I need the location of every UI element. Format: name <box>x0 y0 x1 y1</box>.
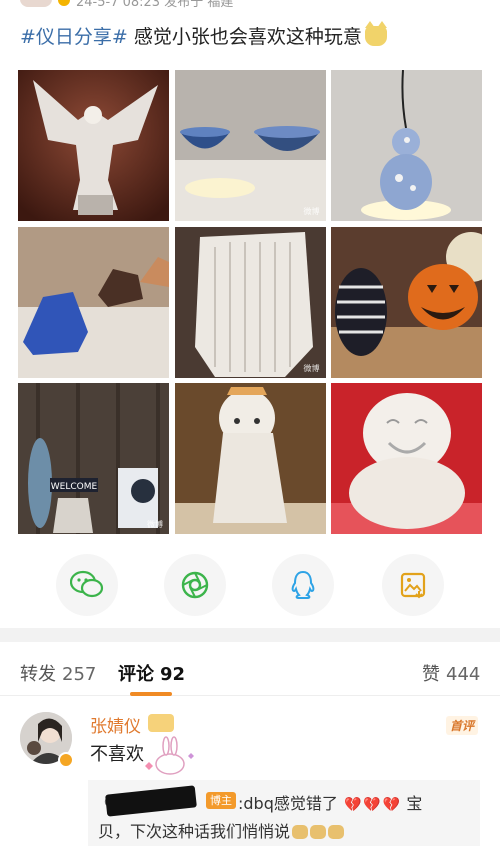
photo-crystal-rocks[interactable] <box>18 226 169 378</box>
verified-icon <box>58 752 74 768</box>
reply-text-line1: :dbq感觉错了 💔 💔 💔 宝 <box>238 790 422 814</box>
author-avatar[interactable] <box>20 0 52 7</box>
tab-repost-label: 转发 <box>20 664 56 685</box>
share-bar <box>0 546 500 620</box>
hashtag-link[interactable]: #仪日分享# <box>20 26 128 48</box>
photo-porcelain-figurine[interactable] <box>174 383 326 534</box>
photo-eagle-sculpture[interactable] <box>18 70 169 221</box>
redaction-mark <box>105 785 197 817</box>
tab-likes[interactable]: 赞 444 <box>422 660 480 686</box>
comment-item: 张婧仪 首评 不喜欢 d 博主 :dbq感觉错了 💔💔💔 宝 贝，下次这种话我们… <box>0 700 500 846</box>
post-body: 感觉小张也会喜欢这种玩意 <box>127 26 362 48</box>
broken-heart-icon: 💔 <box>343 797 362 813</box>
post-text: #仪日分享# 感觉小张也会喜欢这种玩意 <box>20 21 490 50</box>
first-comment-badge: 首评 <box>445 716 478 735</box>
save-image-icon <box>400 572 426 599</box>
fan-badge-icon <box>148 714 174 732</box>
active-tab-indicator <box>130 692 172 696</box>
whisper-emoji-icon <box>328 825 345 839</box>
rabbit-sticker-icon <box>145 736 194 775</box>
watermark: 微博 <box>303 363 320 373</box>
tab-comments-count: 92 <box>160 664 186 685</box>
photo-laughing-buddha[interactable] <box>331 383 482 534</box>
whisper-emoji-icon <box>292 825 309 839</box>
broken-heart-icon: 💔 <box>363 797 381 813</box>
tab-likes-label: 赞 <box>422 664 440 685</box>
host-badge: 博主 <box>206 792 236 809</box>
reply-text-main: :dbq感觉错了 <box>238 794 338 813</box>
reply-box[interactable]: d 博主 :dbq感觉错了 💔💔💔 宝 贝，下次这种话我们悄悄说 <box>88 780 480 846</box>
tab-comments-label: 评论 <box>118 664 154 685</box>
tab-likes-count: 444 <box>446 664 481 685</box>
wechat-icon <box>70 570 104 598</box>
qq-icon <box>291 570 315 599</box>
interaction-tabs: 转发 257 评论 92 赞 444 <box>0 642 500 696</box>
share-moments-button[interactable] <box>164 554 226 616</box>
watermark: 微博 <box>147 520 163 529</box>
photo-grid: 微博 微博 WELCOME 微博 <box>18 70 482 534</box>
share-qq-button[interactable] <box>272 554 334 616</box>
reply-text-tail: 宝 <box>406 794 423 813</box>
doge-icon <box>364 21 387 46</box>
photo-pumpkin-vases[interactable] <box>331 226 482 378</box>
tab-comments[interactable]: 评论 92 <box>118 660 185 686</box>
reply-text-second: 贝，下次这种话我们悄悄说 <box>98 822 291 841</box>
broken-heart-icon: 💔 <box>382 797 401 813</box>
photo-ceramic-bowls[interactable]: 微博 <box>174 70 326 221</box>
commenter-name[interactable]: 张婧仪 <box>90 712 141 737</box>
photo-welcome-figurines[interactable]: WELCOME 微博 <box>18 383 169 534</box>
verified-icon <box>58 0 70 6</box>
photo-white-sculpture[interactable]: 微博 <box>174 226 326 378</box>
section-divider <box>0 628 500 642</box>
share-wechat-button[interactable] <box>56 554 118 616</box>
svg-text:WELCOME: WELCOME <box>51 482 98 492</box>
whisper-emoji-icon <box>310 825 327 839</box>
post-meta: 24-5-7 08:23 发布于 福建 <box>20 0 234 10</box>
comment-body: 不喜欢 <box>90 744 144 765</box>
tab-repost-count: 257 <box>62 664 97 685</box>
post-meta-text: 24-5-7 08:23 发布于 福建 <box>76 0 234 10</box>
tab-repost[interactable]: 转发 257 <box>20 660 96 686</box>
reply-text-line2: 贝，下次这种话我们悄悄说 <box>98 818 345 842</box>
save-image-button[interactable] <box>382 554 444 616</box>
moments-icon <box>181 571 209 599</box>
photo-gourd-lamp[interactable] <box>331 70 482 221</box>
watermark: 微博 <box>303 207 320 216</box>
